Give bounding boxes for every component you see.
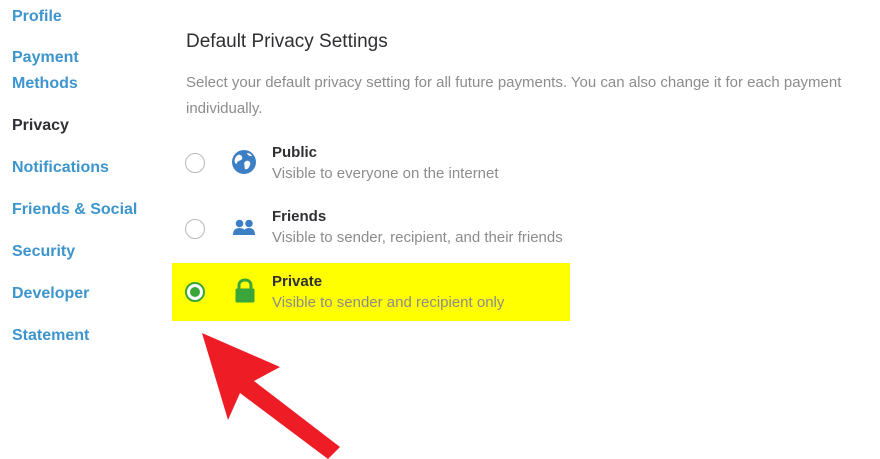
sidebar-item-profile[interactable]: Profile xyxy=(12,4,62,30)
page-title: Default Privacy Settings xyxy=(186,31,388,52)
public-description: Visible to everyone on the internet xyxy=(272,165,499,182)
friends-icon xyxy=(233,219,255,235)
privacy-description: Select your default privacy setting for … xyxy=(186,74,842,117)
sidebar-item-payment-methods[interactable]: Payment Methods xyxy=(12,45,79,97)
sidebar-item-developer[interactable]: Developer xyxy=(12,281,89,307)
privacy-option-friends[interactable]: Friends Visible to sender, recipient, an… xyxy=(172,202,570,260)
private-radio[interactable] xyxy=(185,282,205,302)
private-description: Visible to sender and recipient only xyxy=(272,294,505,311)
sidebar-item-friends-social[interactable]: Friends & Social xyxy=(12,197,137,223)
privacy-option-private[interactable]: Private Visible to sender and recipient … xyxy=(172,263,570,321)
friends-radio[interactable] xyxy=(185,219,205,239)
sidebar-item-statement[interactable]: Statement xyxy=(12,323,89,349)
private-label: Private xyxy=(272,273,323,290)
sidebar-item-privacy: Privacy xyxy=(12,117,69,134)
privacy-option-public[interactable]: Public Visible to everyone on the intern… xyxy=(172,138,570,196)
lock-icon xyxy=(235,278,255,303)
globe-icon xyxy=(232,150,256,174)
public-label: Public xyxy=(272,144,318,161)
friends-description: Visible to sender, recipient, and their … xyxy=(272,229,563,246)
settings-page: Profile Payment Methods Privacy Notifica… xyxy=(0,0,880,459)
friends-label: Friends xyxy=(272,208,327,225)
public-radio[interactable] xyxy=(185,153,205,173)
annotation-arrow-icon xyxy=(202,333,340,459)
sidebar-item-notifications[interactable]: Notifications xyxy=(12,155,109,181)
sidebar-item-security[interactable]: Security xyxy=(12,239,75,265)
